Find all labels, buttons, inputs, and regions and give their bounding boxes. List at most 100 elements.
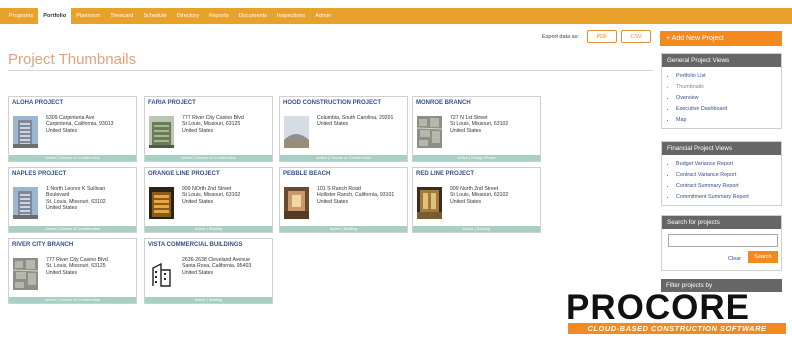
project-address: 999 North 2nd Street St Louis, Missouri, … xyxy=(450,186,508,205)
project-status-bar: Active | Bidding xyxy=(413,226,540,232)
project-address: 1 North Leonor K Sullivan Boulevard St. Lo… xyxy=(46,186,106,211)
project-card[interactable]: RIVER CITY BRANCH 777 River City Casino B… xyxy=(8,238,137,304)
project-card[interactable]: ALOHA PROJECT 6309 Carpinteria Ave Carpint… xyxy=(8,96,137,162)
page-title: Project Thumbnails xyxy=(8,51,137,68)
project-card[interactable]: ORANGE LINE PROJECT 999 NOrth 2nd Street S… xyxy=(144,167,273,233)
nav-item-planroom[interactable]: Planroom xyxy=(71,8,105,24)
project-address: 101 S Ranch Road Hollister Ranch, Califor… xyxy=(317,186,394,205)
nav-item-portfolio[interactable]: Portfolio xyxy=(38,8,72,24)
address-line: United States xyxy=(182,198,214,205)
view-link-portfolio-list[interactable]: Portfolio List xyxy=(676,71,781,82)
project-thumbnail-arena[interactable] xyxy=(284,116,309,148)
add-new-project-button[interactable]: + Add New Project xyxy=(660,31,782,46)
logo-wordmark: PROCORE xyxy=(566,288,750,327)
project-card[interactable]: HOOD CONSTRUCTION PROJECT Columbia, South… xyxy=(279,96,408,162)
project-name-link[interactable]: ALOHA PROJECT xyxy=(12,100,63,106)
address-line: United States xyxy=(182,269,214,276)
project-status-bar: Active | Course of Construction xyxy=(9,155,136,161)
address-line: St. Louis, Missouri, 63125 xyxy=(46,263,106,270)
view-link-contract-summary-report[interactable]: Contract Summary Report xyxy=(676,181,781,192)
project-card[interactable]: VISTA COMMERCIAL BUILDINGS 2636-2638 Clev… xyxy=(144,238,273,304)
view-link-thumbnails[interactable]: Thumbnails xyxy=(676,82,781,93)
financial-views-list: Budget Variance ReportContract Variance … xyxy=(662,155,781,205)
project-card[interactable]: MONROE BRANCH 727 N 1st Street St Louis, M… xyxy=(412,96,541,162)
project-thumbnail-aerial[interactable] xyxy=(12,258,39,290)
top-strip xyxy=(0,0,792,8)
search-panel: Search for projects Clear Search xyxy=(661,215,782,271)
project-name-link[interactable]: PEBBLE BEACH xyxy=(283,171,330,177)
project-thumbnail-interior[interactable] xyxy=(284,187,309,219)
project-status-bar: Active | Course of Construction xyxy=(280,155,407,161)
project-address: 727 N 1st Street St Louis, Missouri, 6310… xyxy=(450,115,508,134)
address-line: St Louis, Missouri, 63102 xyxy=(182,192,241,199)
project-address: 2636-2638 Cleveland Avenue Santa Rosa, Ca… xyxy=(182,257,251,276)
project-name-link[interactable]: ORANGE LINE PROJECT xyxy=(148,171,220,177)
project-card[interactable]: FARIA PROJECT 777 River City Casino Blvd S… xyxy=(144,96,273,162)
view-link-map[interactable]: Map xyxy=(676,115,781,126)
nav-item-inspections[interactable]: Inspections xyxy=(272,8,310,24)
project-address: 6309 Carpinteria Ave Carpinteria, Califor… xyxy=(46,115,113,134)
main-nav: Programs Portfolio Planroom Timecard Schedul… xyxy=(0,8,792,24)
project-address: 999 NOrth 2nd Street St Louis, Missouri, … xyxy=(182,186,240,205)
project-status-bar: Active | Bidding xyxy=(280,226,407,232)
nav-item-admin[interactable]: Admin xyxy=(310,8,336,24)
project-thumbnail-aerial[interactable] xyxy=(416,116,443,148)
project-card[interactable]: NAPLES PROJECT 1 North Leonor K Sullivan B… xyxy=(8,167,137,233)
project-card[interactable]: RED LINE PROJECT 999 North 2nd Street St L… xyxy=(412,167,541,233)
project-status-bar: Active | Bidding xyxy=(145,226,272,232)
project-address: 777 River City Casino Blvd St Louis, Miss… xyxy=(182,115,244,134)
nav-item-documents[interactable]: Documents xyxy=(234,8,272,24)
view-link-contract-variance-report[interactable]: Contract Variance Report xyxy=(676,170,781,181)
view-link-budget-variance-report[interactable]: Budget Variance Report xyxy=(676,159,781,170)
project-card[interactable]: PEBBLE BEACH 101 S Ranch Road Hollister Ra… xyxy=(279,167,408,233)
address-line: United States xyxy=(46,269,78,276)
address-line: St. Louis, Missouri, 63102 xyxy=(46,198,106,205)
address-line: United States xyxy=(182,127,214,134)
project-thumbnail-tall-building[interactable] xyxy=(13,187,38,219)
general-views-panel: General Project Views Portfolio ListThum… xyxy=(661,53,782,129)
project-status-bar: Active | Bidding xyxy=(145,297,272,303)
project-name-link[interactable]: VISTA COMMERCIAL BUILDINGS xyxy=(148,242,243,248)
clear-search-link[interactable]: Clear xyxy=(728,256,741,262)
export-pdf-button[interactable]: PDF xyxy=(587,30,617,43)
nav-item-timecard[interactable]: Timecard xyxy=(105,8,138,24)
project-name-link[interactable]: FARIA PROJECT xyxy=(148,100,196,106)
address-line: St Louis, Missouri, 63125 xyxy=(182,121,241,128)
project-name-link[interactable]: RIVER CITY BRANCH xyxy=(12,242,73,248)
address-line: Santa Rosa, California, 95403 xyxy=(182,263,252,270)
nav-item-directory[interactable]: Directory xyxy=(172,8,204,24)
project-thumbnail-night-building[interactable] xyxy=(149,187,174,219)
project-status-bar: Active | Course of Construction xyxy=(9,226,136,232)
project-status-bar: Active | Design Phase xyxy=(413,155,540,161)
view-link-commitment-summary-report[interactable]: Commitment Summary Report xyxy=(676,192,781,203)
search-button[interactable]: Search xyxy=(748,251,778,263)
project-thumbnail-tall-building[interactable] xyxy=(13,116,38,148)
logo-tagline: CLOUD-BASED CONSTRUCTION SOFTWARE xyxy=(568,323,786,334)
project-status-bar: Active | Course of Construction xyxy=(145,155,272,161)
export-csv-button[interactable]: CSV xyxy=(621,30,651,43)
project-status-bar: Active | Course of Construction xyxy=(9,297,136,303)
search-panel-title: Search for projects xyxy=(662,216,781,229)
project-search-input[interactable] xyxy=(668,234,778,247)
project-thumbnail-building-icon[interactable] xyxy=(149,258,174,290)
nav-item-schedule[interactable]: Schedule xyxy=(138,8,171,24)
view-link-overview[interactable]: Overview xyxy=(676,93,781,104)
project-name-link[interactable]: HOOD CONSTRUCTION PROJECT xyxy=(283,100,381,106)
address-line: St Louis, Missouri, 63102 xyxy=(450,192,509,199)
address-line: United States xyxy=(450,198,482,205)
export-label: Export data as: xyxy=(542,34,579,40)
project-name-link[interactable]: RED LINE PROJECT xyxy=(416,171,474,177)
address-line: Hollister Ranch, California, 93101 xyxy=(317,192,395,199)
financial-views-title: Financial Project Views xyxy=(662,142,781,155)
project-thumbnail-lobby[interactable] xyxy=(417,187,442,219)
nav-item-reports[interactable]: Reports xyxy=(204,8,234,24)
project-name-link[interactable]: MONROE BRANCH xyxy=(416,100,471,106)
procore-logo: PROCORE CLOUD-BASED CONSTRUCTION SOFTWAR… xyxy=(566,290,786,335)
address-line: United States xyxy=(46,204,78,211)
nav-item-programs[interactable]: Programs xyxy=(4,8,38,24)
view-link-executive-dashboard[interactable]: Executive Dashboard xyxy=(676,104,781,115)
project-address: Columbia, South Carolina, 29201 United St… xyxy=(317,115,393,128)
address-line: St Louis, Missouri, 63102 xyxy=(450,121,509,128)
project-thumbnail-green-building[interactable] xyxy=(149,116,174,148)
project-name-link[interactable]: NAPLES PROJECT xyxy=(12,171,66,177)
